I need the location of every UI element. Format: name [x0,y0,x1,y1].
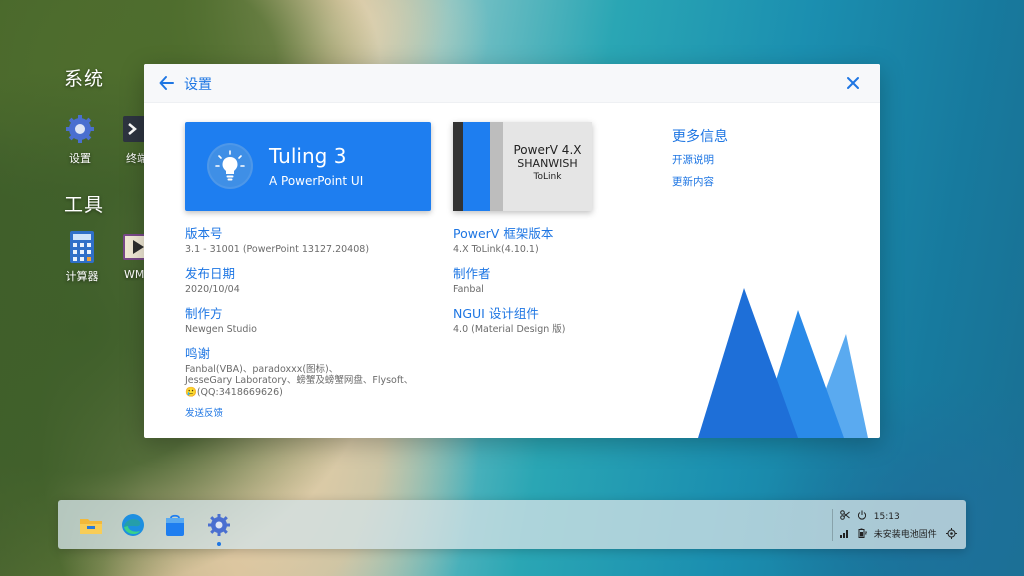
app-name: Tuling 3 [269,144,347,168]
info-label: 版本号 [185,226,223,241]
info-version: 版本号 3.1 - 31001 (PowerPoint 13127.20408) [185,223,369,255]
info-value: 2020/10/04 [185,284,240,295]
window-header: 设置 [144,64,880,103]
info-value-line: Fanbal(VBA)、paradoxxx(图标)、 [185,364,339,375]
desktop-icon-calculator[interactable]: 计算器 [52,230,112,284]
calculator-icon [65,230,99,264]
desktop-icon-label: 设置 [69,152,91,165]
desktop-icon-label: WM [124,268,144,281]
info-value: 4.0 (Material Design 版) [453,324,566,335]
info-value-line: 🥲(QQ:3418669626) [185,386,283,398]
info-label: NGUI 设计组件 [453,306,539,321]
back-button[interactable] [158,74,176,92]
info-framework-version: PowerV 框架版本 4.X ToLink(4.10.1) [453,223,553,255]
store-icon [166,514,184,536]
close-button[interactable] [844,74,862,92]
power-icon[interactable] [857,510,867,523]
signal-icon[interactable] [840,528,850,541]
app-hero-card: Tuling 3 A PowerPoint UI [185,122,431,211]
info-label: PowerV 框架版本 [453,226,554,241]
powerv-card-line2: SHANWISH [517,156,578,170]
media-player-icon [122,230,144,264]
desktop-icon-media-player[interactable]: WM [116,230,144,281]
app-subtitle: A PowerPoint UI [269,174,364,188]
info-ngui-component: NGUI 设计组件 4.0 (Material Design 版) [453,303,565,335]
taskbar-file-explorer[interactable] [78,512,104,538]
info-credits: 鸣谢 Fanbal(VBA)、paradoxxx(图标)、 JesseGary … [185,343,413,398]
file-explorer-icon [80,519,102,534]
battery-icon[interactable] [857,528,868,541]
mountains-decoration [698,288,868,438]
more-info-heading: 更多信息 [672,129,728,145]
settings-gear-icon [208,514,230,536]
tray-top-row: 15:13 [840,510,900,523]
info-label: 鸣谢 [185,346,211,361]
edge-browser-icon [122,514,144,536]
powerv-stripe-blue [463,122,490,211]
taskbar-store[interactable] [162,512,188,538]
powerv-card-text: PowerV 4.X SHANWISH ToLink [503,143,592,183]
battery-status-text: 未安装电池固件 [873,530,937,540]
tray-divider [832,509,833,541]
powerv-stripe-dark [453,122,463,211]
info-value: 4.X ToLink(4.10.1) [453,244,539,255]
terminal-icon [122,112,146,146]
info-release-date: 发布日期 2020/10/04 [185,263,240,295]
taskbar: 15:13 未安装电池固件 [58,500,966,549]
desktop-section-tools: 工具 [64,194,105,216]
open-source-link[interactable]: 开源说明 [672,152,714,167]
window-title: 设置 [184,77,212,93]
info-value: Newgen Studio [185,324,257,335]
desktop-icon-label: 终端 [126,152,146,165]
info-label: 发布日期 [185,266,236,281]
scissors-icon[interactable] [840,510,850,523]
desktop-icon-label: 计算器 [65,270,99,283]
info-author: 制作者 Fanbal [453,263,491,295]
taskbar-settings[interactable] [206,512,232,546]
clock-time[interactable]: 15:13 [874,512,900,522]
changelog-link[interactable]: 更新内容 [672,174,714,189]
arrow-left-icon [159,76,174,90]
powerv-card-line3: ToLink [533,172,562,183]
lightbulb-icon [207,143,253,189]
send-feedback-link[interactable]: 发送反馈 [185,405,223,419]
tray-bottom-row: 未安装电池固件 [840,527,961,542]
powerv-card-line1: PowerV 4.X [513,143,582,157]
info-label: 制作者 [453,266,491,281]
desktop-icon-terminal[interactable]: 终端 [112,112,146,166]
location-target-icon[interactable] [945,527,957,542]
info-value: Fanbal [453,284,484,295]
taskbar-edge-browser[interactable] [120,512,146,538]
info-value: 3.1 - 31001 (PowerPoint 13127.20408) [185,244,370,255]
info-label: 制作方 [185,306,223,321]
active-app-indicator [217,542,221,546]
powerv-stripe-gray [490,122,503,211]
powerv-card: PowerV 4.X SHANWISH ToLink [453,122,592,211]
info-value-line: JesseGary Laboratory、螃蟹及螃蟹网盘、Flysoft、 [185,375,414,387]
desktop-icon-settings[interactable]: 设置 [50,112,110,166]
info-producer: 制作方 Newgen Studio [185,303,257,335]
gear-icon [63,112,97,146]
settings-window: 设置 Tuling 3 A PowerPoint UI PowerV 4.X S… [144,64,880,438]
close-icon [847,77,859,89]
desktop-section-system: 系统 [64,68,105,90]
